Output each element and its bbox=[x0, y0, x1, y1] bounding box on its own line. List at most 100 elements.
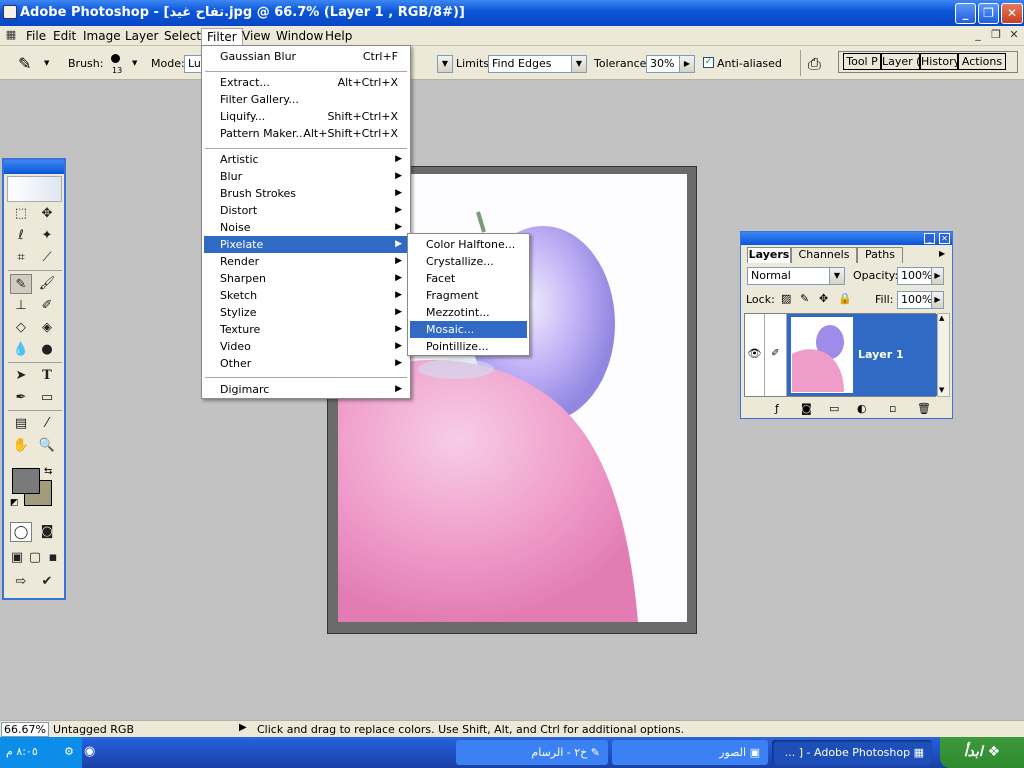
lock-all-icon[interactable]: 🔒 bbox=[838, 292, 852, 305]
menu-view[interactable]: View bbox=[237, 28, 275, 44]
color-replacement-tool-icon[interactable]: ✎ bbox=[10, 274, 32, 294]
menu-item-sketch[interactable]: Sketch ▶ bbox=[204, 287, 408, 304]
lasso-tool-icon[interactable]: ℓ bbox=[10, 226, 32, 246]
opacity-input[interactable]: 100% bbox=[897, 267, 933, 285]
menu-item-blur[interactable]: Blur ▶ bbox=[204, 168, 408, 185]
brush-preview-icon[interactable] bbox=[111, 54, 120, 63]
swap-colors-icon[interactable]: ⇆ bbox=[44, 466, 52, 477]
tab-paths[interactable]: Paths bbox=[857, 247, 903, 263]
menu-image[interactable]: Image bbox=[78, 28, 126, 44]
adjustment-layer-icon[interactable]: ◐ bbox=[857, 402, 867, 415]
blend-mode-dropdown-arrow[interactable]: ▼ bbox=[829, 267, 845, 285]
blur-tool-icon[interactable]: 💧 bbox=[10, 340, 32, 360]
layer-name[interactable]: Layer 1 bbox=[858, 348, 904, 361]
layers-panel-titlebar[interactable] bbox=[741, 232, 952, 245]
file-browser-icon[interactable]: ⎙ bbox=[808, 54, 821, 74]
eyedropper-tool-icon[interactable]: ⁄ bbox=[36, 414, 58, 434]
limits-select[interactable]: Find Edges bbox=[488, 55, 572, 73]
clone-stamp-tool-icon[interactable]: ⊥ bbox=[10, 296, 32, 316]
menu-item-facet[interactable]: Facet bbox=[410, 270, 527, 287]
menu-item-filter-gallery[interactable]: Filter Gallery... bbox=[204, 91, 408, 108]
menu-layer[interactable]: Layer bbox=[120, 28, 163, 44]
menu-item-extract[interactable]: Extract... Alt+Ctrl+X bbox=[204, 74, 408, 91]
brush-picker-arrow-icon[interactable]: ▼ bbox=[132, 59, 137, 67]
fill-input[interactable]: 100% bbox=[897, 291, 933, 309]
lock-transparency-icon[interactable]: ▨ bbox=[781, 292, 791, 305]
tray-network-icon[interactable]: ⚙ bbox=[64, 745, 74, 758]
full-screen-menu-mode-icon[interactable]: ▢ bbox=[26, 548, 44, 568]
imageready-icon[interactable]: ✔ bbox=[36, 572, 58, 592]
restore-button[interactable]: ❐ bbox=[978, 3, 999, 24]
visibility-eye-icon[interactable]: 👁 bbox=[745, 314, 765, 396]
doc-minimize-icon[interactable]: _ bbox=[970, 28, 986, 42]
marquee-tool-icon[interactable]: ⬚ bbox=[10, 204, 32, 224]
menu-item-distort[interactable]: Distort ▶ bbox=[204, 202, 408, 219]
dodge-tool-icon[interactable]: ● bbox=[36, 340, 58, 360]
palette-tab-layer-comps[interactable]: Layer ( bbox=[881, 53, 920, 70]
panel-minimize-button[interactable]: _ bbox=[924, 233, 935, 244]
tab-layers[interactable]: Layers bbox=[747, 247, 791, 263]
full-screen-mode-icon[interactable]: ▪ bbox=[44, 548, 62, 568]
sampling-dropdown-arrow[interactable]: ▼ bbox=[437, 55, 453, 73]
new-layer-icon[interactable]: ▫ bbox=[889, 402, 896, 415]
standard-mode-icon[interactable]: ◯ bbox=[10, 522, 32, 542]
menu-item-stylize[interactable]: Stylize ▶ bbox=[204, 304, 408, 321]
tools-panel-titlebar[interactable] bbox=[4, 160, 64, 174]
hand-tool-icon[interactable]: ✋ bbox=[10, 436, 32, 456]
limits-dropdown-arrow[interactable]: ▼ bbox=[571, 55, 587, 73]
menu-item-render[interactable]: Render ▶ bbox=[204, 253, 408, 270]
zoom-tool-icon[interactable]: 🔍 bbox=[36, 436, 58, 456]
tolerance-slider-arrow[interactable]: ▶ bbox=[679, 55, 695, 73]
delete-layer-icon[interactable]: 🗑 bbox=[917, 402, 931, 415]
menu-item-pixelate[interactable]: Pixelate ▶ bbox=[204, 236, 408, 253]
menu-item-color-halftone[interactable]: Color Halftone... bbox=[410, 236, 527, 253]
blend-mode-select[interactable]: Normal bbox=[747, 267, 837, 285]
magic-wand-tool-icon[interactable]: ✦ bbox=[36, 226, 58, 246]
slice-tool-icon[interactable]: ⟋ bbox=[36, 248, 58, 268]
task-photoshop[interactable]: ... ] - Adobe Photoshop ▦ bbox=[772, 740, 932, 765]
menu-item-fragment[interactable]: Fragment bbox=[410, 287, 527, 304]
layer-style-icon[interactable]: ƒ bbox=[775, 402, 779, 415]
menu-item-mosaic[interactable]: Mosaic... bbox=[410, 321, 527, 338]
menu-item-gaussian-blur[interactable]: Gaussian Blur Ctrl+F bbox=[204, 48, 408, 65]
doc-restore-icon[interactable]: ❐ bbox=[988, 28, 1004, 42]
jump-to-imageready-icon[interactable]: ⇨ bbox=[10, 572, 32, 592]
task-paint[interactable]: خ٢ - الرسام ✎ bbox=[456, 740, 608, 765]
pen-tool-icon[interactable]: ✒ bbox=[10, 388, 32, 408]
tolerance-input[interactable]: 30% bbox=[646, 55, 680, 73]
menu-item-video[interactable]: Video ▶ bbox=[204, 338, 408, 355]
menu-edit[interactable]: Edit bbox=[48, 28, 81, 44]
menu-help[interactable]: Help bbox=[320, 28, 357, 44]
panel-menu-arrow-icon[interactable]: ▶ bbox=[939, 249, 945, 258]
menu-item-texture[interactable]: Texture ▶ bbox=[204, 321, 408, 338]
add-mask-icon[interactable]: ◙ bbox=[801, 402, 812, 415]
photoshop-app-icon[interactable] bbox=[3, 5, 17, 19]
doc-close-icon[interactable]: ✕ bbox=[1006, 28, 1022, 42]
crop-tool-icon[interactable]: ⌗ bbox=[10, 248, 32, 268]
foreground-color-swatch[interactable] bbox=[12, 468, 40, 494]
menu-item-crystallize[interactable]: Crystallize... bbox=[410, 253, 527, 270]
scroll-up-icon[interactable]: ▲ bbox=[939, 314, 944, 322]
palette-tab-history[interactable]: History bbox=[920, 53, 958, 70]
menu-item-pointillize[interactable]: Pointillize... bbox=[410, 338, 527, 355]
tool-preset-arrow-icon[interactable]: ▼ bbox=[44, 59, 49, 67]
brush-tool-icon[interactable]: 🖌 bbox=[36, 274, 58, 294]
menu-item-other[interactable]: Other ▶ bbox=[204, 355, 408, 372]
standard-screen-mode-icon[interactable]: ▣ bbox=[8, 548, 26, 568]
layer-link-brush-icon[interactable]: ✐ bbox=[765, 314, 787, 396]
new-group-icon[interactable]: ▭ bbox=[829, 402, 839, 415]
paint-bucket-tool-icon[interactable]: ◈ bbox=[36, 318, 58, 338]
minimize-button[interactable]: _ bbox=[955, 3, 976, 24]
opacity-slider-arrow[interactable]: ▶ bbox=[931, 267, 944, 285]
status-menu-arrow-icon[interactable]: ▶ bbox=[239, 722, 247, 733]
palette-tab-actions[interactable]: Actions bbox=[958, 53, 1006, 70]
notes-tool-icon[interactable]: ▤ bbox=[10, 414, 32, 434]
tray-volume-icon[interactable]: ◉ bbox=[84, 744, 95, 759]
menu-item-digimarc[interactable]: Digimarc ▶ bbox=[204, 381, 408, 398]
layer-thumbnail[interactable] bbox=[791, 317, 853, 393]
scroll-down-icon[interactable]: ▼ bbox=[939, 386, 944, 394]
menu-item-noise[interactable]: Noise ▶ bbox=[204, 219, 408, 236]
menu-item-liquify[interactable]: Liquify... Shift+Ctrl+X bbox=[204, 108, 408, 125]
rectangle-tool-icon[interactable]: ▭ bbox=[36, 388, 58, 408]
task-pictures[interactable]: الصور ▣ bbox=[612, 740, 768, 765]
